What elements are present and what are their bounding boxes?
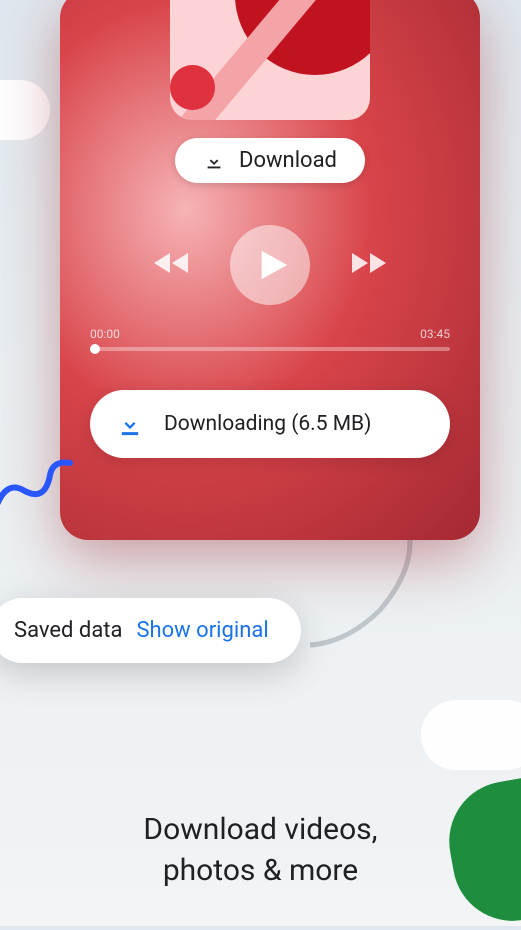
show-original-link[interactable]: Show original (136, 618, 268, 643)
rewind-button[interactable] (154, 251, 190, 279)
download-icon (203, 150, 225, 172)
progress-bar[interactable] (90, 347, 450, 351)
saved-data-label: Saved data (14, 618, 122, 643)
download-progress-icon (116, 410, 144, 438)
play-icon (256, 248, 290, 282)
album-artwork (170, 0, 370, 120)
headline-line-2: photos & more (0, 851, 521, 892)
rewind-icon (154, 251, 190, 275)
cloud-decoration (421, 700, 521, 770)
downloading-status-text: Downloading (6.5 MB) (164, 412, 371, 436)
green-decoration (440, 772, 521, 930)
progress-area: 00:00 03:45 (90, 327, 450, 351)
total-time: 03:45 (420, 327, 450, 341)
downloading-status-pill[interactable]: Downloading (6.5 MB) (90, 390, 450, 458)
download-button[interactable]: Download (175, 138, 365, 183)
squiggle-decoration (0, 455, 85, 525)
player-controls (60, 225, 480, 305)
saved-data-pill: Saved data Show original (0, 598, 301, 663)
download-button-label: Download (239, 148, 337, 173)
cloud-decoration (0, 80, 50, 140)
headline: Download videos, photos & more (0, 810, 521, 891)
forward-button[interactable] (350, 251, 386, 279)
headline-line-1: Download videos, (0, 810, 521, 851)
current-time: 00:00 (90, 327, 120, 341)
play-button[interactable] (230, 225, 310, 305)
video-player-card: Download 00:00 03:45 Downloading (6.5 MB… (60, 0, 480, 540)
forward-icon (350, 251, 386, 275)
